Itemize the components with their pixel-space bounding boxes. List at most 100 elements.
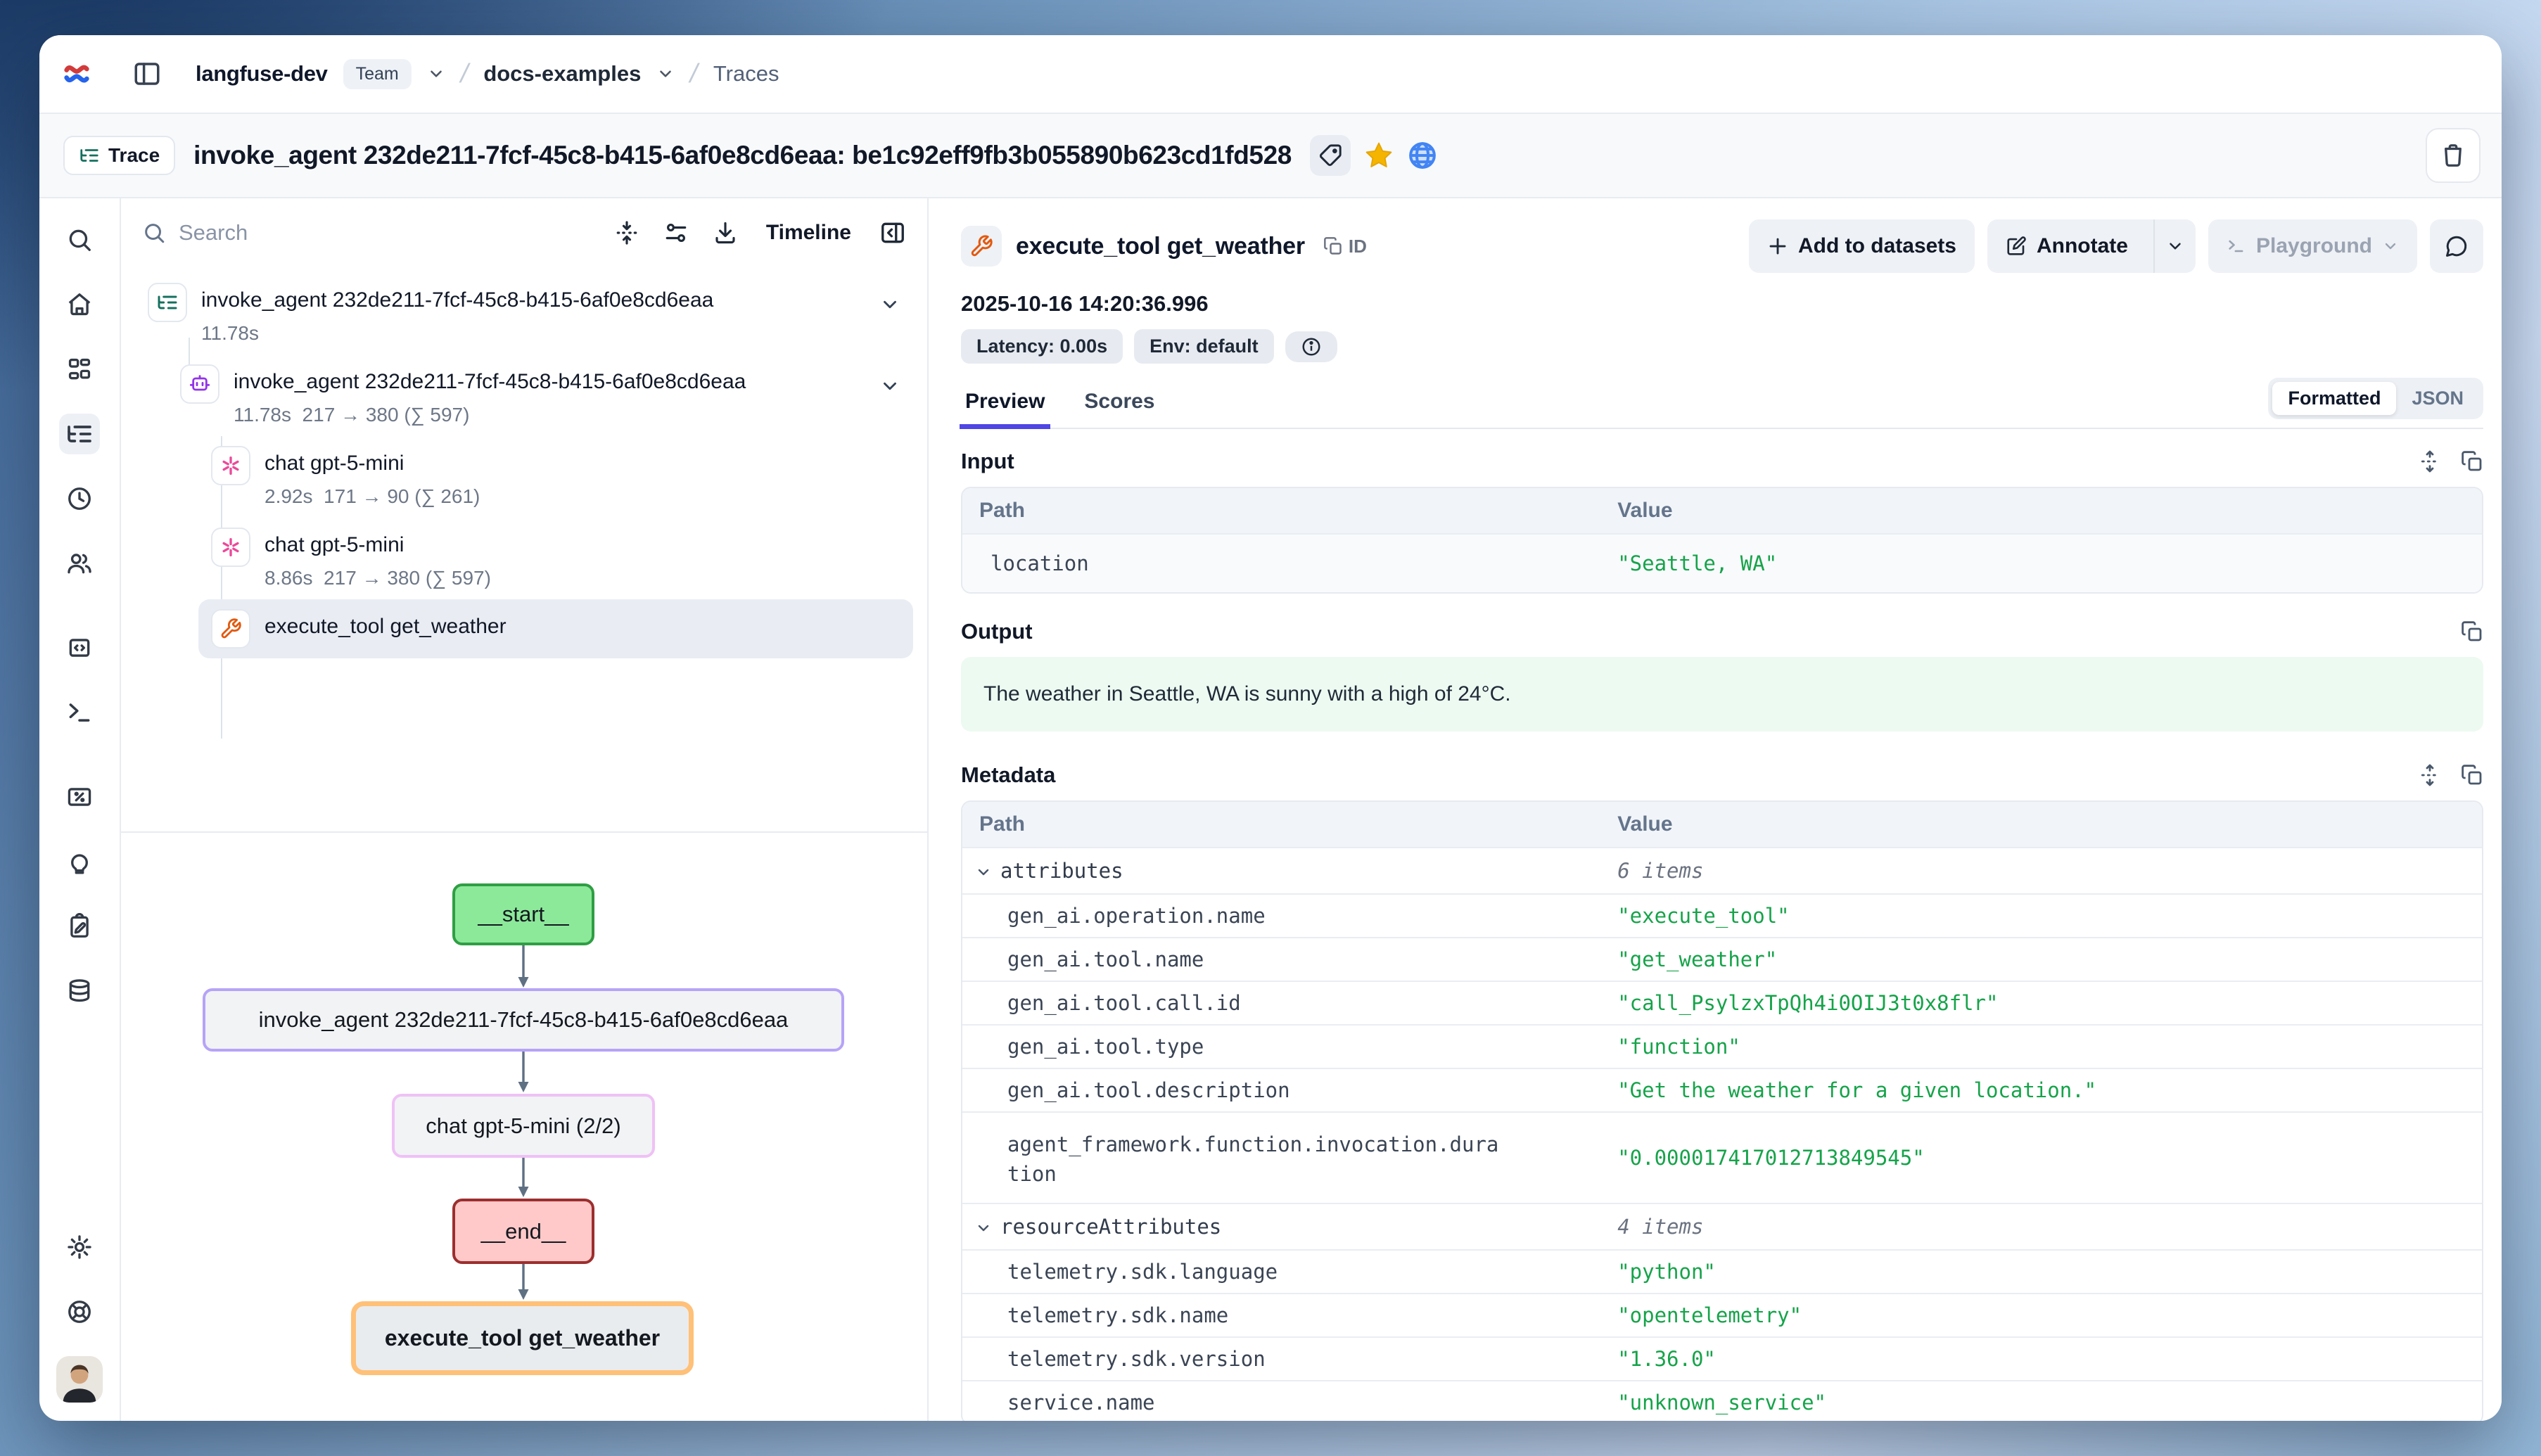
insights-lightbulb-icon[interactable] bbox=[59, 841, 100, 882]
user-avatar[interactable] bbox=[56, 1356, 103, 1403]
metadata-group-resource-attributes[interactable]: resourceAttributes 4 items bbox=[962, 1203, 2482, 1249]
users-icon[interactable] bbox=[59, 543, 100, 584]
sidebar-toggle-icon[interactable] bbox=[132, 59, 162, 89]
info-icon[interactable] bbox=[1285, 331, 1337, 362]
graph-node-chat[interactable]: chat gpt-5-mini (2/2) bbox=[392, 1094, 655, 1158]
tree-row-agent[interactable]: invoke_agent 232de211-7fcf-45c8-b415-6af… bbox=[167, 355, 913, 436]
evaluation-percent-icon[interactable] bbox=[59, 777, 100, 817]
agent-bot-icon bbox=[180, 364, 219, 404]
globe-public-icon[interactable] bbox=[1407, 140, 1438, 171]
tree-search bbox=[142, 220, 590, 245]
chevron-down-icon[interactable] bbox=[879, 364, 900, 397]
tree-row-tool-selected[interactable]: execute_tool get_weather bbox=[198, 599, 913, 658]
langfuse-logo-icon bbox=[60, 58, 93, 90]
chevron-down-icon bbox=[975, 1220, 992, 1237]
add-to-datasets-button[interactable]: Add to datasets bbox=[1749, 219, 1975, 273]
tree-row-generation-2[interactable]: chat gpt-5-mini 8.86s 217 → 380 (∑ 597) bbox=[198, 518, 913, 599]
playground-terminal-icon[interactable] bbox=[59, 692, 100, 733]
metadata-row: gen_ai.tool.call.id"call_PsylzxTpQh4i0OI… bbox=[962, 981, 2482, 1024]
annotation-clipboard-pen-icon[interactable] bbox=[59, 906, 100, 947]
input-col-value: Value bbox=[1600, 488, 2482, 533]
breadcrumb-project[interactable]: docs-examples bbox=[483, 61, 641, 87]
copy-icon bbox=[1323, 236, 1343, 256]
trace-title-icons bbox=[1310, 135, 1438, 176]
metadata-heading: Metadata bbox=[961, 762, 1055, 788]
display-settings-icon[interactable] bbox=[663, 220, 689, 245]
app-window: langfuse-dev Team / docs-examples / Trac… bbox=[39, 35, 2502, 1421]
copy-icon[interactable] bbox=[2461, 764, 2483, 786]
icon-rail bbox=[39, 198, 121, 1421]
copy-icon[interactable] bbox=[2461, 450, 2483, 473]
env-badge: Env: default bbox=[1134, 329, 1274, 364]
breadcrumb-section[interactable]: Traces bbox=[713, 61, 779, 87]
expand-rows-icon[interactable] bbox=[2419, 450, 2441, 473]
trace-title: invoke_agent 232de211-7fcf-45c8-b415-6af… bbox=[193, 141, 1292, 170]
trace-badge-label: Trace bbox=[108, 144, 160, 167]
tab-preview[interactable]: Preview bbox=[961, 390, 1049, 428]
graph-node-end[interactable]: __end__ bbox=[452, 1199, 594, 1264]
tracing-icon[interactable] bbox=[59, 414, 100, 454]
toggle-formatted[interactable]: Formatted bbox=[2272, 382, 2396, 415]
trace-tree-panel: Timeline invoke_agent 232de211-7fcf-45c8… bbox=[121, 198, 929, 1421]
toggle-json[interactable]: JSON bbox=[2396, 382, 2479, 415]
graph-edge-arrow bbox=[512, 1158, 535, 1199]
expand-rows-icon[interactable] bbox=[2419, 764, 2441, 786]
breadcrumb-org[interactable]: langfuse-dev bbox=[196, 61, 328, 87]
output-value: The weather in Seattle, WA is sunny with… bbox=[961, 657, 2483, 732]
annotate-button[interactable]: Annotate bbox=[1987, 219, 2144, 273]
comments-button[interactable] bbox=[2430, 219, 2483, 273]
metadata-col-path: Path bbox=[962, 802, 1600, 847]
breadcrumb: langfuse-dev Team / docs-examples / Trac… bbox=[196, 59, 779, 89]
support-lifebuoy-icon[interactable] bbox=[59, 1291, 100, 1332]
settings-gear-icon[interactable] bbox=[59, 1227, 100, 1267]
metadata-group-attributes[interactable]: attributes 6 items bbox=[962, 847, 2482, 893]
generation-sparkle-icon bbox=[211, 528, 250, 567]
graph-node-execute-tool[interactable]: execute_tool get_weather bbox=[351, 1301, 694, 1375]
tree-toolbar: Timeline bbox=[121, 198, 927, 260]
tab-scores[interactable]: Scores bbox=[1080, 390, 1159, 428]
sessions-clock-icon[interactable] bbox=[59, 478, 100, 519]
graph-node-start[interactable]: __start__ bbox=[452, 883, 594, 945]
tree-search-input[interactable] bbox=[179, 220, 590, 245]
home-icon[interactable] bbox=[59, 284, 100, 325]
bookmark-star-icon[interactable] bbox=[1363, 140, 1394, 171]
trace-header-bar: Trace invoke_agent 232de211-7fcf-45c8-b4… bbox=[39, 114, 2502, 198]
delete-trace-button[interactable] bbox=[2426, 128, 2480, 183]
chevron-down-icon[interactable] bbox=[879, 283, 900, 315]
tree-row-meta: 8.86s 217 → 380 (∑ 597) bbox=[265, 567, 491, 589]
metadata-row: telemetry.sdk.language"python" bbox=[962, 1249, 2482, 1293]
chevron-down-icon[interactable] bbox=[656, 65, 675, 83]
graph-node-invoke-agent[interactable]: invoke_agent 232de211-7fcf-45c8-b415-6af… bbox=[203, 988, 844, 1052]
timeline-toggle-label[interactable]: Timeline bbox=[766, 221, 851, 245]
metadata-row: gen_ai.tool.description"Get the weather … bbox=[962, 1068, 2482, 1111]
tree-row-trace[interactable]: invoke_agent 232de211-7fcf-45c8-b415-6af… bbox=[135, 273, 913, 355]
plus-icon bbox=[1767, 236, 1788, 257]
metadata-section-header: Metadata bbox=[961, 762, 2483, 788]
search-icon[interactable] bbox=[59, 219, 100, 260]
annotate-dropdown-chevron[interactable] bbox=[2153, 219, 2196, 273]
list-tree-icon bbox=[79, 145, 100, 166]
tree-row-generation-1[interactable]: chat gpt-5-mini 2.92s 171 → 90 (∑ 261) bbox=[198, 436, 913, 518]
copy-icon[interactable] bbox=[2461, 620, 2483, 643]
detail-content: Input Path Value bbox=[961, 429, 2483, 1421]
datasets-database-icon[interactable] bbox=[59, 971, 100, 1011]
tag-icon[interactable] bbox=[1310, 135, 1351, 176]
chevron-down-icon[interactable] bbox=[427, 65, 445, 83]
search-icon bbox=[142, 221, 166, 245]
tree-row-label: invoke_agent 232de211-7fcf-45c8-b415-6af… bbox=[234, 364, 746, 394]
playground-button[interactable]: Playground bbox=[2208, 219, 2417, 273]
dashboards-icon[interactable] bbox=[59, 349, 100, 390]
annotate-split-button: Annotate bbox=[1987, 219, 2196, 273]
chevron-down-icon bbox=[2382, 238, 2399, 255]
prompts-file-code-icon[interactable] bbox=[59, 627, 100, 668]
collapse-all-icon[interactable] bbox=[614, 220, 639, 245]
output-section-header: Output bbox=[961, 619, 2483, 644]
pen-square-icon bbox=[2006, 236, 2027, 257]
download-icon[interactable] bbox=[713, 220, 738, 245]
graph-edge-arrow bbox=[512, 1052, 535, 1094]
metadata-row: gen_ai.operation.name"execute_tool" bbox=[962, 893, 2482, 937]
collapse-panel-icon[interactable] bbox=[879, 219, 906, 246]
copy-id-control[interactable]: ID bbox=[1323, 236, 1367, 257]
chevron-down-icon bbox=[975, 864, 992, 881]
tree-row-label: chat gpt-5-mini bbox=[265, 528, 491, 557]
